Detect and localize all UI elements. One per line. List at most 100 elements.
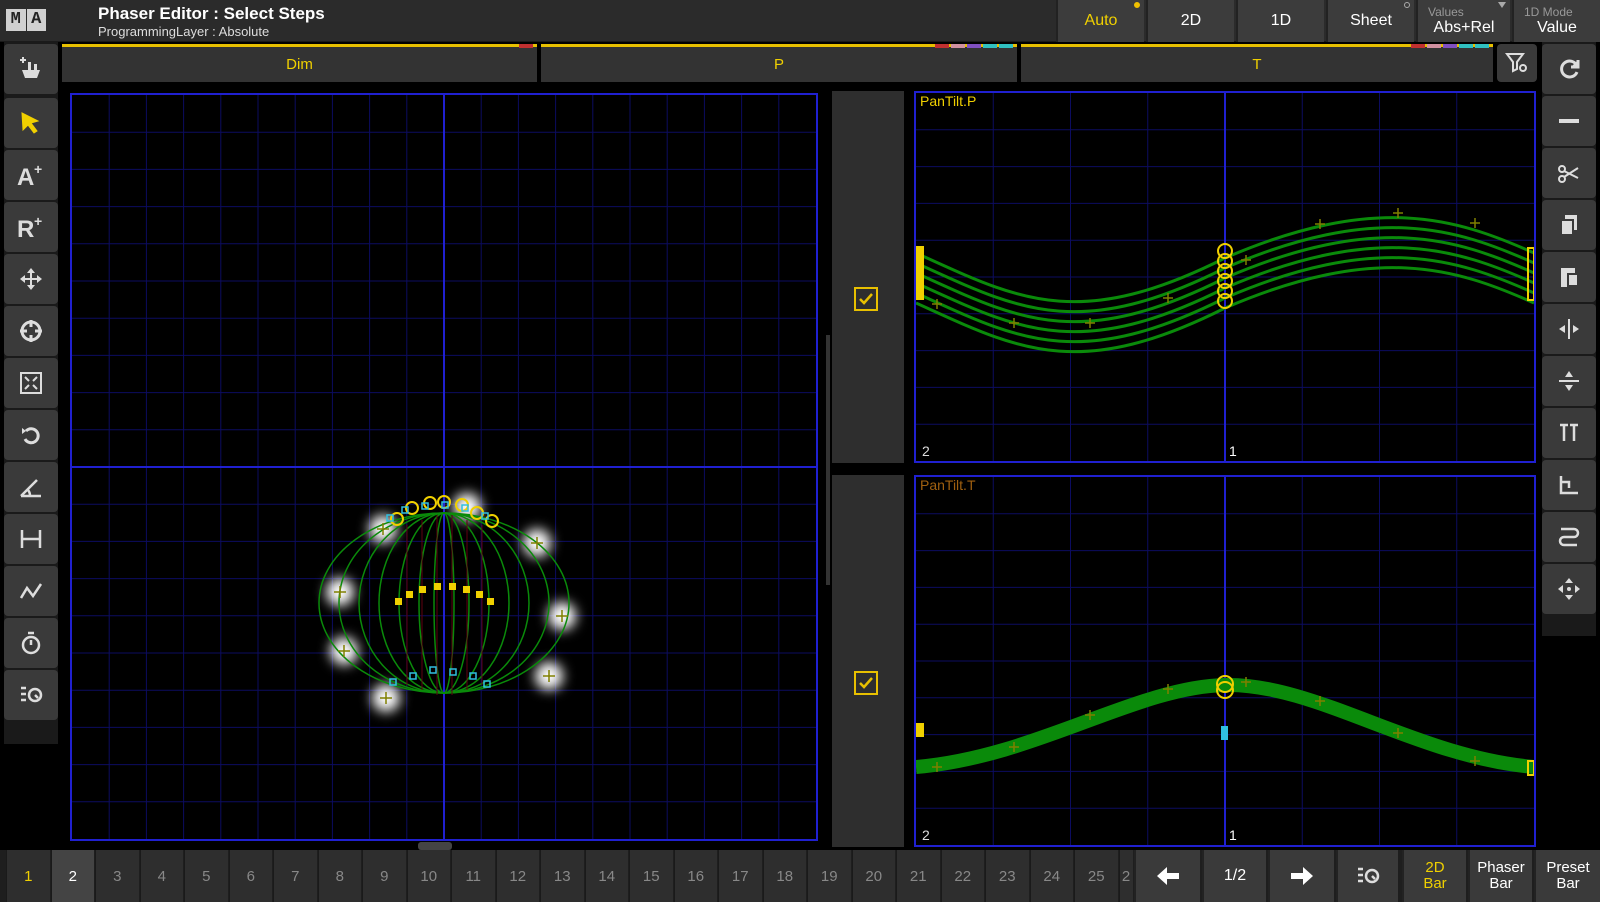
column-dim-label: Dim bbox=[286, 56, 313, 73]
width-icon bbox=[20, 530, 42, 548]
tilt-enable-checkbox[interactable] bbox=[854, 671, 878, 695]
step-button[interactable]: 15 bbox=[629, 850, 673, 902]
step-button[interactable]: 21 bbox=[896, 850, 940, 902]
step-down-button[interactable] bbox=[1542, 460, 1596, 510]
pan-left-step-number: 2 bbox=[922, 443, 930, 459]
step-button[interactable]: 16 bbox=[673, 850, 717, 902]
step-button[interactable]: 11 bbox=[451, 850, 495, 902]
step-button[interactable]: 4 bbox=[139, 850, 183, 902]
1d-mode-value: Value bbox=[1537, 19, 1577, 36]
column-header-dim[interactable]: Dim bbox=[62, 44, 537, 82]
step-button[interactable]: 24 bbox=[1029, 850, 1073, 902]
2d-bar-button[interactable]: 2D Bar bbox=[1402, 850, 1466, 902]
minus-icon bbox=[1559, 119, 1579, 123]
copy-icon bbox=[1560, 215, 1577, 236]
angle-tool-button[interactable] bbox=[4, 462, 58, 512]
cut-button[interactable] bbox=[1542, 148, 1596, 198]
add-relative-button[interactable]: R + bbox=[4, 202, 58, 252]
pointer-arrow-icon bbox=[21, 112, 40, 134]
step-button[interactable]: 17 bbox=[718, 850, 762, 902]
refresh-icon bbox=[1560, 59, 1580, 79]
step-button[interactable]: 19 bbox=[807, 850, 851, 902]
vertical-splitter[interactable] bbox=[826, 335, 830, 585]
step-button[interactable]: 23 bbox=[985, 850, 1029, 902]
pan-graph-canvas[interactable] bbox=[916, 93, 1534, 461]
paste-button[interactable] bbox=[1542, 252, 1596, 302]
next-page-button[interactable] bbox=[1268, 850, 1334, 902]
center-tool-button[interactable] bbox=[4, 306, 58, 356]
logo-letter-a: A bbox=[26, 9, 46, 31]
width-tool-button[interactable] bbox=[4, 514, 58, 564]
flip-vertical-icon bbox=[1559, 371, 1579, 391]
arrow-left-icon bbox=[1157, 867, 1179, 885]
step-button[interactable]: 8 bbox=[317, 850, 361, 902]
page-indicator[interactable]: 1/2 bbox=[1202, 850, 1266, 902]
tilt-row-header bbox=[832, 475, 904, 847]
step-button[interactable]: 13 bbox=[540, 850, 584, 902]
step-button[interactable]: 6 bbox=[228, 850, 272, 902]
filter-button[interactable] bbox=[1497, 44, 1537, 82]
step-button[interactable]: 22 bbox=[940, 850, 984, 902]
waveform-icon bbox=[19, 583, 43, 599]
add-absolute-button[interactable]: A + bbox=[4, 150, 58, 200]
column-header-t[interactable]: T bbox=[1021, 44, 1493, 82]
step-button[interactable]: 3 bbox=[95, 850, 139, 902]
align-button[interactable] bbox=[1542, 408, 1596, 458]
step-button[interactable]: 14 bbox=[584, 850, 628, 902]
pan-1d-graph[interactable]: PanTilt.P 2 1 bbox=[914, 91, 1536, 463]
mode-sheet-button[interactable]: Sheet bbox=[1326, 0, 1414, 42]
copy-button[interactable] bbox=[1542, 200, 1596, 250]
step-button[interactable]: 2 bbox=[1118, 850, 1133, 902]
select-tool-button[interactable] bbox=[4, 98, 58, 148]
steps-tool-button[interactable] bbox=[4, 670, 58, 720]
steps-settings-button[interactable] bbox=[1336, 850, 1398, 902]
step-button[interactable]: 25 bbox=[1074, 850, 1118, 902]
step-button[interactable]: 18 bbox=[762, 850, 806, 902]
window-title: Phaser Editor : Select Steps bbox=[98, 4, 325, 23]
scale-tool-button[interactable] bbox=[4, 358, 58, 408]
window-subtitle: ProgrammingLayer : Absolute bbox=[98, 24, 270, 39]
timing-tool-button[interactable] bbox=[4, 618, 58, 668]
reset-button[interactable] bbox=[1542, 44, 1596, 94]
column-header-p[interactable]: P bbox=[541, 44, 1017, 82]
tilt-graph-canvas[interactable] bbox=[916, 477, 1534, 845]
center-view-button[interactable] bbox=[1542, 564, 1596, 614]
phaser-2d-canvas[interactable] bbox=[72, 95, 816, 839]
1d-mode-button[interactable]: 1D Mode Value bbox=[1512, 0, 1600, 42]
tilt-1d-graph[interactable]: PanTilt.T 2 1 bbox=[914, 475, 1536, 847]
values-button[interactable]: Values Abs+Rel bbox=[1416, 0, 1510, 42]
move-hand-icon bbox=[20, 57, 40, 78]
step-button[interactable]: 7 bbox=[273, 850, 317, 902]
step-button[interactable]: 5 bbox=[184, 850, 228, 902]
preset-bar-button[interactable]: Preset Bar bbox=[1534, 850, 1600, 902]
step-button[interactable]: 12 bbox=[495, 850, 539, 902]
rotate-tool-button[interactable] bbox=[4, 410, 58, 460]
previous-page-button[interactable] bbox=[1134, 850, 1200, 902]
step-button[interactable]: 10 bbox=[406, 850, 450, 902]
tilt-center-step-number: 1 bbox=[1229, 827, 1237, 843]
mode-2d-button[interactable]: 2D bbox=[1146, 0, 1234, 42]
step-button[interactable]: 20 bbox=[851, 850, 895, 902]
horizontal-splitter-handle[interactable] bbox=[418, 842, 452, 850]
active-indicator-icon bbox=[1134, 2, 1140, 8]
mode-auto-button[interactable]: Auto bbox=[1056, 0, 1144, 42]
move-selection-button[interactable] bbox=[4, 44, 58, 94]
transition-tool-button[interactable] bbox=[4, 566, 58, 616]
flip-horizontal-button[interactable] bbox=[1542, 304, 1596, 354]
column-p-label: P bbox=[773, 56, 784, 73]
step-button[interactable]: 9 bbox=[362, 850, 406, 902]
ma-logo: M A bbox=[6, 9, 46, 31]
pan-enable-checkbox[interactable] bbox=[854, 287, 878, 311]
phaser-2d-view[interactable] bbox=[70, 93, 818, 841]
move-tool-button[interactable] bbox=[4, 254, 58, 304]
steps-cycle-icon bbox=[21, 686, 43, 703]
loop-button[interactable] bbox=[1542, 512, 1596, 562]
mode-1d-button[interactable]: 1D bbox=[1236, 0, 1324, 42]
phaser-bar-button[interactable]: Phaser Bar bbox=[1468, 850, 1532, 902]
flip-vertical-button[interactable] bbox=[1542, 356, 1596, 406]
step-button[interactable]: 1 bbox=[6, 850, 50, 902]
remove-button[interactable] bbox=[1542, 96, 1596, 146]
step-button[interactable]: 2 bbox=[50, 850, 94, 902]
phaser-bar-line1: Phaser bbox=[1477, 859, 1525, 876]
filter-icon bbox=[1505, 53, 1527, 73]
